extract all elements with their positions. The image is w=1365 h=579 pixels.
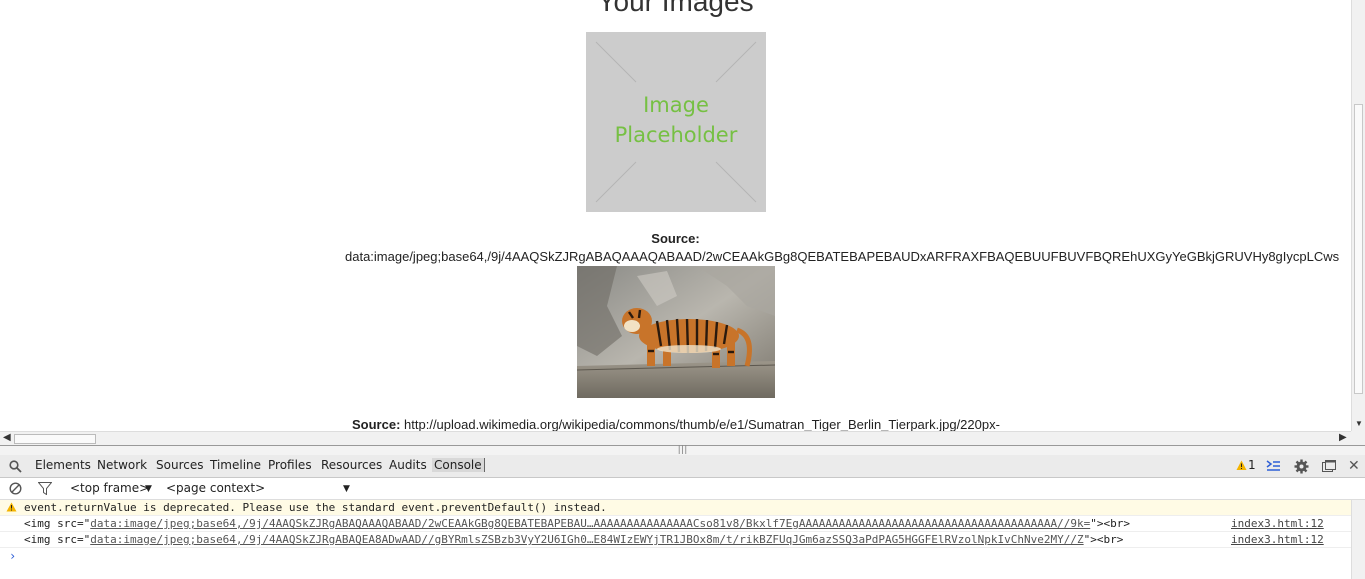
data-url-link[interactable]: data:image/jpeg;base64,/9j/4AAQSkZJRgABA…	[90, 533, 1083, 546]
tab-timeline[interactable]: Timeline	[210, 458, 261, 472]
console-scrollbar[interactable]	[1351, 500, 1365, 579]
console-prompt-icon[interactable]: ›	[9, 549, 16, 563]
tab-profiles[interactable]: Profiles	[268, 458, 312, 472]
tab-audits[interactable]: Audits	[389, 458, 427, 472]
data-url-link[interactable]: data:image/jpeg;base64,/9j/4AAQSkZJRgABA…	[90, 517, 1090, 530]
scroll-right-arrow-icon[interactable]: ▶	[1339, 432, 1347, 443]
placeholder-text: Image Placeholder	[586, 90, 766, 150]
scrollbar-corner	[1351, 431, 1365, 445]
source-2: Source: http://upload.wikimedia.org/wiki…	[352, 417, 1000, 431]
console-message-warning: event.returnValue is deprecated. Please …	[0, 500, 1351, 516]
tab-elements[interactable]: Elements	[35, 458, 91, 472]
frame-select-chevron-down-icon[interactable]: ▼	[145, 484, 152, 494]
console-message-text: <img src="data:image/jpeg;base64,/9j/4AA…	[24, 517, 1130, 530]
context-select[interactable]: <page context>	[166, 481, 265, 495]
devtools-tab-bar: Elements Network Sources Timeline Profil…	[0, 455, 1365, 478]
tiger-image	[577, 266, 775, 398]
search-icon[interactable]	[9, 460, 22, 473]
source-1-url: data:image/jpeg;base64,/9j/4AAQSkZJRgABA…	[345, 249, 1340, 264]
dock-icon[interactable]	[1322, 460, 1336, 473]
console-message-text: event.returnValue is deprecated. Please …	[24, 501, 607, 514]
warning-count[interactable]: 1	[1248, 458, 1256, 472]
filter-icon[interactable]	[38, 482, 52, 495]
vertical-scroll-thumb[interactable]	[1354, 104, 1363, 394]
gear-icon[interactable]	[1294, 459, 1309, 474]
console-message-log: <img src="data:image/jpeg;base64,/9j/4AA…	[0, 532, 1351, 548]
frame-select[interactable]: <top frame>	[70, 481, 149, 495]
placeholder-text-line2: Placeholder	[614, 123, 738, 147]
source-location-link[interactable]: index3.html:12	[1231, 517, 1324, 530]
tab-network[interactable]: Network	[97, 458, 147, 472]
devtools-panel: ||| Elements Network Sources Timeline Pr…	[0, 444, 1365, 579]
placeholder-text-line1: Image	[643, 93, 709, 117]
page-vertical-scrollbar[interactable]: ▼	[1351, 0, 1365, 431]
image-placeholder: Image Placeholder	[586, 32, 766, 212]
page-viewport: Your Images Image Placeholder Source: da…	[0, 0, 1351, 431]
warning-icon[interactable]	[1236, 460, 1247, 471]
log-suffix: "><br>	[1090, 517, 1130, 530]
tab-console[interactable]: Console	[432, 458, 485, 472]
log-suffix: "><br>	[1083, 533, 1124, 546]
console-toolbar: <top frame> ▼ <page context> ▼	[0, 478, 1365, 500]
console-message-text: <img src="data:image/jpeg;base64,/9j/4AA…	[24, 533, 1123, 546]
horizontal-scroll-thumb[interactable]	[14, 434, 96, 444]
source-location-link[interactable]: index3.html:12	[1231, 533, 1324, 546]
log-prefix: <img src="	[24, 533, 91, 546]
warning-icon	[6, 502, 17, 512]
context-select-chevron-down-icon[interactable]: ▼	[343, 484, 350, 494]
page-title: Your Images	[597, 0, 754, 17]
devtools-resize-handle[interactable]: |||	[0, 444, 1365, 455]
scroll-down-arrow-icon[interactable]: ▼	[1355, 419, 1363, 428]
console-drawer-icon[interactable]	[1266, 460, 1281, 473]
scroll-left-arrow-icon[interactable]: ◀	[3, 432, 11, 443]
source-2-label: Source:	[352, 417, 401, 431]
close-icon[interactable]: ✕	[1348, 457, 1360, 474]
page-horizontal-scrollbar[interactable]: ◀ ▶	[0, 431, 1351, 445]
source-1-heading: Source:	[0, 231, 1351, 246]
clear-console-icon[interactable]	[9, 482, 22, 495]
tab-resources[interactable]: Resources	[321, 458, 382, 472]
source-2-url: http://upload.wikimedia.org/wikipedia/co…	[404, 417, 1000, 431]
console-message-log: <img src="data:image/jpeg;base64,/9j/4AA…	[0, 516, 1351, 532]
log-prefix: <img src="	[24, 517, 91, 530]
tab-sources[interactable]: Sources	[156, 458, 203, 472]
source-1-label: Source:	[651, 231, 700, 246]
